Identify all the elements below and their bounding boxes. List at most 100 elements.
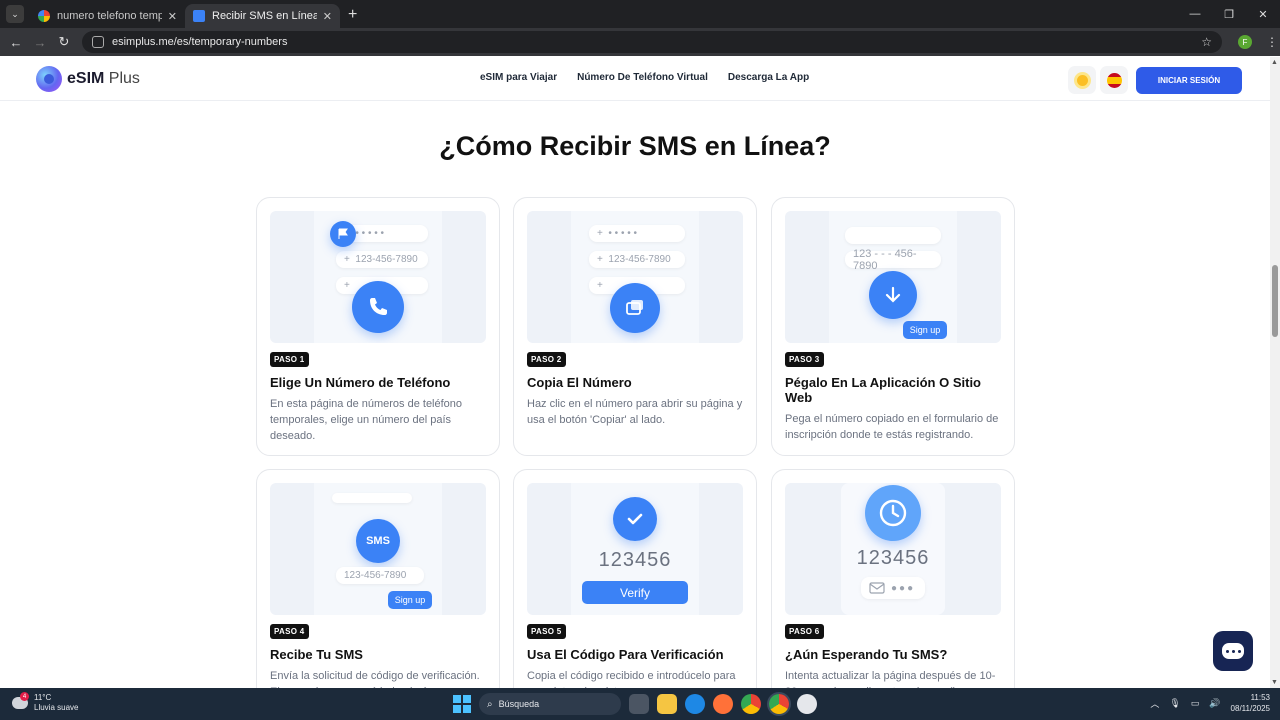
number-pill: + 123-456-7890 — [589, 251, 685, 268]
copy-icon — [610, 283, 660, 333]
tab-title: numero telefono temporal - Bu — [57, 10, 162, 22]
weather-description: Lluvia suave — [34, 703, 79, 712]
scroll-up-icon[interactable]: ▲ — [1271, 59, 1278, 66]
step-title: Elige Un Número de Teléfono — [270, 375, 451, 390]
section-title: ¿Cómo Recibir SMS en Línea? — [439, 131, 831, 161]
tray-chevron-icon[interactable]: ︿ — [1150, 697, 1159, 710]
step-title: Pégalo En La Aplicación O Sitio Web — [785, 375, 981, 405]
step-illustration: 123456 Verify — [527, 483, 743, 615]
waiting-code: 123456 — [856, 547, 930, 569]
search-icon: ⌕ — [487, 698, 493, 710]
envelope-icon: ●●● — [861, 577, 925, 599]
nav-download-app[interactable]: Descarga La App — [728, 72, 809, 83]
browser-tab-1[interactable]: numero telefono temporal - Bu ✕ — [30, 4, 185, 28]
site-header: eSIM Plus eSIM para Viajar Número De Tel… — [0, 57, 1270, 101]
step-illustration: 123 - - - 456-7890 Sign up — [785, 211, 1001, 343]
step-card-5: 123456 Verify PASO 5 Usa El Código Para … — [513, 469, 757, 688]
chrome-active-icon[interactable] — [769, 694, 789, 714]
step-badge: PASO 1 — [270, 352, 309, 367]
notification-badge: 4 — [20, 692, 29, 701]
window-controls: — ❐ ✕ — [1178, 0, 1280, 28]
step-title: Usa El Código Para Verificación — [527, 647, 724, 662]
nav-esim-travel[interactable]: eSIM para Viajar — [480, 72, 557, 83]
step-badge: PASO 5 — [527, 624, 566, 639]
chrome-icon[interactable] — [741, 694, 761, 714]
rain-cloud-icon: 4 — [12, 692, 29, 709]
step-description: Pega el número copiado en el formulario … — [785, 413, 999, 441]
step-badge: PASO 2 — [527, 352, 566, 367]
profile-avatar[interactable]: F — [1238, 35, 1252, 49]
close-tab-icon[interactable]: ✕ — [168, 10, 177, 23]
microphone-icon[interactable]: 🎙 — [1169, 698, 1180, 709]
address-bar[interactable]: esimplus.me/es/temporary-numbers ☆ — [82, 31, 1222, 53]
firefox-icon[interactable] — [713, 694, 733, 714]
esim-plus-logo[interactable]: eSIM Plus — [36, 66, 140, 92]
chat-icon — [1222, 643, 1244, 659]
taskbar-search[interactable]: ⌕ Búsqueda — [479, 693, 621, 715]
step-illustration: 123456 ●●● — [785, 483, 1001, 615]
empty-pill — [332, 493, 412, 503]
app-icon[interactable] — [797, 694, 817, 714]
language-button[interactable] — [1100, 66, 1128, 94]
step-card-2: + • • • • • + 123-456-7890 + PASO 2 Copi… — [513, 197, 757, 456]
web-page: eSIM Plus eSIM para Viajar Número De Tel… — [0, 57, 1270, 688]
restore-icon[interactable]: ❐ — [1212, 0, 1246, 28]
network-icon[interactable]: ▭ — [1191, 698, 1200, 709]
step-badge: PASO 4 — [270, 624, 309, 639]
file-explorer-icon[interactable] — [657, 694, 677, 714]
chat-support-button[interactable] — [1213, 631, 1253, 671]
close-window-icon[interactable]: ✕ — [1246, 0, 1280, 28]
edge-icon[interactable] — [685, 694, 705, 714]
minimize-icon[interactable]: — — [1178, 0, 1212, 28]
scroll-down-icon[interactable]: ▼ — [1271, 679, 1278, 686]
site-info-icon[interactable] — [92, 36, 104, 48]
browser-menu-icon[interactable]: ⋮ — [1266, 35, 1278, 49]
step-badge: PASO 6 — [785, 624, 824, 639]
empty-pill — [845, 227, 941, 244]
back-icon[interactable]: ← — [4, 35, 28, 50]
volume-icon[interactable]: 🔊 — [1209, 698, 1220, 709]
step-description: Haz clic en el número para abrir su pági… — [527, 398, 743, 426]
tab-search-button[interactable]: ⌄ — [6, 5, 24, 23]
sms-bubble-icon: SMS — [356, 519, 400, 563]
step-card-3: 123 - - - 456-7890 Sign up PASO 3 Pégalo… — [771, 197, 1015, 456]
reload-icon[interactable]: ↻ — [52, 34, 76, 50]
step-illustration: + • • • • • + 123-456-7890 + — [270, 211, 486, 343]
browser-tab-2[interactable]: Recibir SMS en Línea Gratis | N ✕ — [185, 4, 340, 28]
number-pill: + 123-456-7890 — [336, 251, 428, 268]
number-pill: 123-456-7890 — [336, 567, 424, 584]
step-description: Envía la solicitud de código de verifica… — [270, 670, 480, 688]
logo-text: eSIM Plus — [67, 70, 140, 87]
verify-button-illustration: Verify — [582, 581, 688, 604]
page-scrollbar[interactable]: ▲ ▼ — [1270, 57, 1280, 688]
bookmark-star-icon[interactable]: ☆ — [1201, 35, 1212, 49]
step-illustration: SMS 123-456-7890 Sign up — [270, 483, 486, 615]
login-button[interactable]: INICIAR SESIÓN — [1136, 66, 1242, 94]
step-card-4: SMS 123-456-7890 Sign up PASO 4 Recibe T… — [256, 469, 500, 688]
nav-virtual-number[interactable]: Número De Teléfono Virtual — [577, 72, 708, 83]
browser-tab-bar: ⌄ numero telefono temporal - Bu ✕ Recibi… — [0, 0, 1280, 28]
step-description: Copia el código recibido e introdúcelo p… — [527, 670, 736, 688]
weather-widget[interactable]: 4 11°C Lluvia suave — [12, 692, 79, 713]
new-tab-button[interactable]: + — [348, 6, 357, 24]
step-description: Intenta actualizar la página después de … — [785, 670, 996, 688]
step-card-1: + • • • • • + 123-456-7890 + PASO 1 Elig… — [256, 197, 500, 456]
taskbar-apps: ⌕ Búsqueda — [453, 693, 817, 715]
scrollbar-thumb[interactable] — [1272, 265, 1278, 337]
taskbar-clock[interactable]: 11:53 08/11/2025 — [1231, 692, 1270, 714]
number-pill: 123 - - - 456-7890 — [845, 248, 941, 272]
google-icon — [38, 10, 50, 22]
clock-icon — [865, 485, 921, 541]
verification-code: 123456 — [598, 549, 672, 571]
forward-icon[interactable]: → — [28, 35, 52, 50]
step-description: En esta página de números de teléfono te… — [270, 398, 463, 442]
theme-toggle-button[interactable] — [1068, 66, 1096, 94]
flag-icon — [330, 221, 356, 247]
close-tab-icon[interactable]: ✕ — [323, 10, 332, 23]
task-view-icon[interactable] — [629, 694, 649, 714]
url-text: esimplus.me/es/temporary-numbers — [112, 36, 288, 48]
logo-mark-icon — [36, 66, 62, 92]
step-title: Copia El Número — [527, 375, 632, 390]
windows-start-icon[interactable] — [453, 695, 471, 713]
search-placeholder: Búsqueda — [498, 699, 540, 709]
